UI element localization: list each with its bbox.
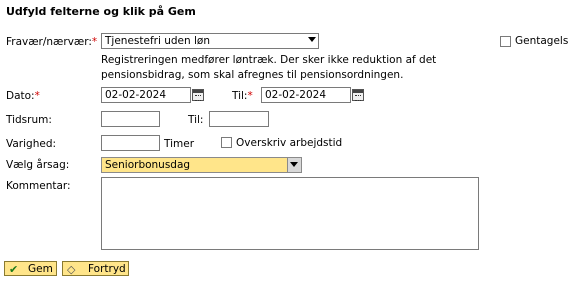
date-label-text: Dato:: [6, 90, 35, 102]
override-checkbox[interactable]: [221, 137, 232, 148]
absence-label: Fravær/nærvær:*: [6, 36, 97, 48]
cancel-button-label: Fortryd: [88, 263, 126, 275]
save-button-label: Gem: [28, 263, 53, 275]
to-date-label: Til:*: [232, 90, 253, 102]
required-mark: *: [91, 36, 98, 48]
check-icon: ✔: [9, 263, 19, 276]
comment-textarea[interactable]: [101, 177, 479, 250]
calendar-icon[interactable]: [192, 89, 204, 101]
repeat-checkbox[interactable]: [500, 36, 511, 47]
date-label: Dato:*: [6, 90, 40, 102]
repeat-label: Gentagelse: [515, 35, 569, 47]
override-label: Overskriv arbejdstid: [236, 137, 343, 149]
comment-label: Kommentar:: [6, 180, 71, 192]
to-date-input[interactable]: 02-02-2024: [261, 87, 351, 103]
required-mark: *: [247, 90, 253, 102]
to-date-label-text: Til:: [232, 90, 248, 102]
reason-select-value: Seniorbonusdag: [105, 159, 191, 171]
time-to-input[interactable]: [209, 111, 269, 127]
save-button[interactable]: ✔ Gem: [4, 261, 57, 276]
absence-select-value: Tjenestefri uden løn: [105, 35, 210, 47]
info-line-2: pensionsbidrag, som skal afregnes til pe…: [101, 69, 404, 81]
hours-label: Timer: [164, 138, 195, 150]
time-to-label: Til:: [188, 114, 204, 126]
info-text: Registreringen medfører løntræk. Der ske…: [101, 53, 436, 83]
reason-select[interactable]: Seniorbonusdag: [101, 157, 302, 173]
form-title: Udfyld felterne og klik på Gem: [6, 5, 196, 18]
duration-label: Varighed:: [6, 138, 57, 150]
absence-label-text: Fravær/nærvær:: [6, 36, 92, 48]
chevron-down-icon: [290, 162, 298, 167]
cancel-button[interactable]: ◇ Fortryd: [62, 261, 129, 276]
calendar-icon[interactable]: [352, 89, 364, 101]
time-label: Tidsrum:: [6, 114, 52, 126]
chevron-down-icon: [308, 37, 316, 42]
duration-input[interactable]: [101, 135, 160, 151]
diamond-icon: ◇: [67, 263, 76, 276]
required-mark: *: [34, 90, 40, 102]
to-date-input-value: 02-02-2024: [265, 89, 327, 101]
info-line-1: Registreringen medfører løntræk. Der ske…: [101, 54, 437, 66]
date-input[interactable]: 02-02-2024: [101, 87, 191, 103]
reason-label: Vælg årsag:: [6, 159, 70, 171]
date-input-value: 02-02-2024: [105, 89, 167, 101]
time-from-input[interactable]: [101, 111, 160, 127]
absence-select[interactable]: Tjenestefri uden løn: [101, 33, 319, 49]
